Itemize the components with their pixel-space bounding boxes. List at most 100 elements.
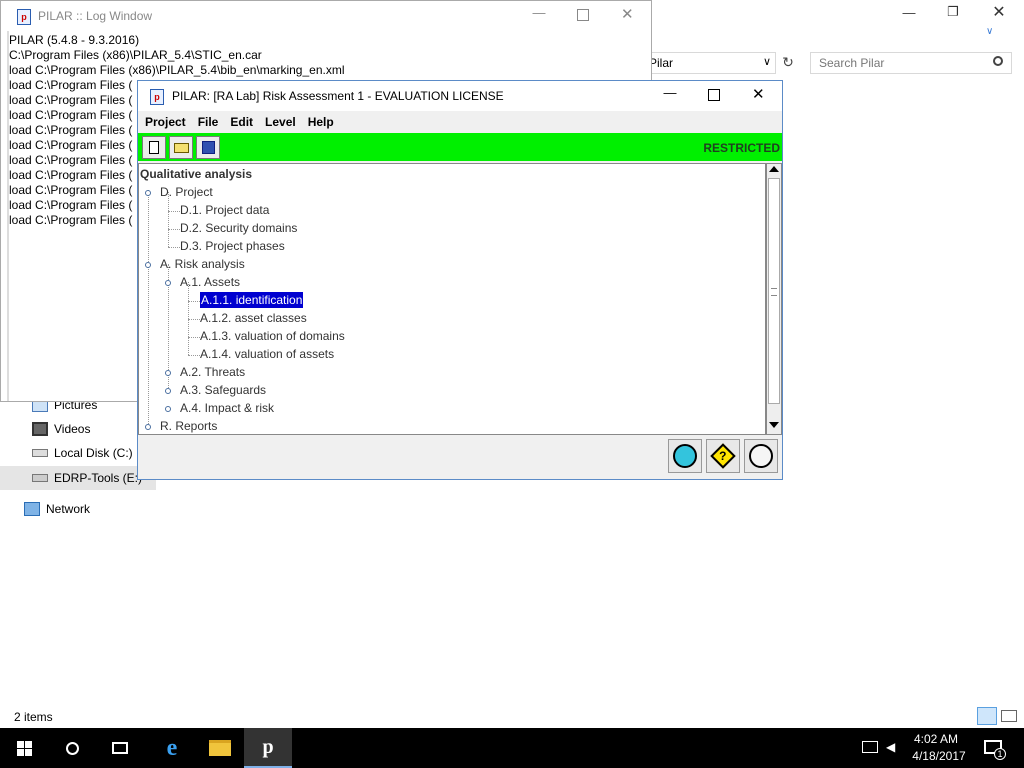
save-button[interactable] — [196, 136, 220, 159]
question-diamond-icon: ? — [710, 443, 736, 469]
nav-item-edrp-tools[interactable]: EDRP-Tools (E:) — [32, 467, 142, 489]
menu-file[interactable]: File — [193, 115, 224, 129]
tree-connector — [148, 190, 149, 428]
usb-drive-icon — [32, 474, 48, 482]
scroll-up-arrow[interactable] — [769, 166, 779, 172]
large-icons-view-icon[interactable] — [1001, 710, 1017, 722]
maximize-button[interactable] — [708, 89, 720, 101]
tree-view[interactable]: Qualitative analysis D. Project D.1. Pro… — [138, 163, 766, 435]
start-button[interactable] — [0, 728, 48, 768]
tree-node-threats[interactable]: A.2. Threats — [180, 363, 245, 381]
menu-edit[interactable]: Edit — [225, 115, 258, 129]
menu-bar: Project File Edit Level Help — [138, 111, 782, 133]
windows-logo-icon — [16, 740, 32, 756]
tree-expand-toggle[interactable] — [145, 262, 151, 268]
tree-node-safeguards[interactable]: A.3. Safeguards — [180, 381, 266, 399]
chevron-down-icon[interactable]: ∨ — [986, 26, 993, 37]
tree-expand-toggle[interactable] — [145, 190, 151, 196]
tree-expand-toggle[interactable] — [145, 424, 151, 430]
volume-muted-icon[interactable]: ◀ — [886, 740, 895, 754]
log-window-titlebar[interactable]: p PILAR :: Log Window — ✕ — [1, 1, 651, 32]
tree-node-reports[interactable]: R. Reports — [160, 417, 217, 434]
drive-icon — [32, 449, 48, 457]
tree-node-asset-classes[interactable]: A.1.2. asset classes — [200, 309, 307, 327]
pilar-app-icon: p — [17, 9, 31, 25]
tree-node-impact-risk[interactable]: A.4. Impact & risk — [180, 399, 274, 417]
open-button[interactable] — [169, 136, 193, 159]
clock-date[interactable]: 4/18/2017 — [906, 749, 972, 763]
tree-node-project-phases[interactable]: D.3. Project phases — [180, 237, 285, 255]
explorer-restore-button[interactable]: ❐ — [930, 0, 976, 24]
minimize-button[interactable]: — — [658, 85, 682, 100]
question-mark-icon: ? — [719, 449, 727, 463]
details-view-icon[interactable] — [977, 707, 997, 725]
minimize-button[interactable]: — — [527, 5, 551, 20]
pilar-titlebar[interactable]: p PILAR: [RA Lab] Risk Assessment 1 - EV… — [138, 81, 782, 111]
tree-connector — [188, 319, 200, 320]
chevron-down-icon[interactable]: ∨ — [763, 55, 771, 68]
clock-time[interactable]: 4:02 AM — [906, 732, 966, 746]
pilar-app-icon: p — [150, 89, 164, 105]
tree-node-project[interactable]: D. Project — [160, 183, 213, 201]
log-window-title: PILAR :: Log Window — [38, 9, 153, 23]
tree-connector — [188, 337, 200, 338]
log-line: load C:\Program Files (x86)\PILAR_5.4\bi… — [9, 63, 345, 77]
new-file-icon — [149, 141, 159, 154]
scroll-grip — [771, 288, 777, 296]
tree-node-valuation-of-assets[interactable]: A.1.4. valuation of assets — [200, 345, 334, 363]
task-view-button[interactable] — [96, 728, 144, 768]
close-button[interactable]: ✕ — [752, 85, 765, 103]
new-button[interactable] — [142, 136, 166, 159]
tree-node-project-data[interactable]: D.1. Project data — [180, 201, 269, 219]
status-bar-item-count: 2 items — [14, 710, 53, 724]
tree-expand-toggle[interactable] — [165, 406, 171, 412]
tree-expand-toggle[interactable] — [165, 280, 171, 286]
explorer-close-button[interactable]: ✕ — [976, 0, 1022, 24]
pilar-taskbar-button[interactable]: p — [244, 728, 292, 768]
menu-help[interactable]: Help — [303, 115, 339, 129]
sad-face-button[interactable] — [744, 439, 778, 473]
tree-node-security-domains[interactable]: D.2. Security domains — [180, 219, 297, 237]
network-tray-icon[interactable] — [862, 741, 878, 753]
tree-expand-toggle[interactable] — [165, 388, 171, 394]
happy-face-button[interactable] — [668, 439, 702, 473]
nav-item-network[interactable]: Network — [24, 498, 90, 520]
menu-level[interactable]: Level — [260, 115, 301, 129]
file-explorer-button[interactable] — [196, 728, 244, 768]
pilar-app-icon: p — [262, 735, 274, 758]
tree-node-assets[interactable]: A.1. Assets — [180, 273, 240, 291]
search-placeholder: Search Pilar — [819, 56, 885, 70]
search-button[interactable] — [48, 728, 96, 768]
tree-node-identification[interactable]: A.1.1. identification — [200, 292, 304, 308]
nav-item-local-disk[interactable]: Local Disk (C:) — [32, 442, 133, 464]
internet-explorer-icon: e — [166, 734, 178, 761]
search-icon — [65, 741, 79, 755]
scroll-down-arrow[interactable] — [769, 422, 779, 428]
floppy-disk-icon — [201, 141, 215, 154]
help-button[interactable]: ? — [706, 439, 740, 473]
menu-project[interactable]: Project — [140, 115, 191, 129]
internet-explorer-button[interactable]: e — [148, 728, 196, 768]
address-value: Pilar — [649, 56, 674, 70]
explorer-minimize-button[interactable]: — — [886, 0, 932, 24]
notification-count-badge: 1 — [994, 748, 1006, 760]
search-input[interactable]: Search Pilar — [810, 52, 1012, 74]
vertical-scrollbar[interactable] — [766, 163, 782, 435]
log-window-border — [7, 31, 9, 401]
tree-node-risk-analysis[interactable]: A. Risk analysis — [160, 255, 245, 273]
network-icon — [24, 502, 40, 516]
nav-item-videos[interactable]: Videos — [32, 418, 90, 440]
address-bar[interactable]: Pilar ∨ — [644, 52, 776, 74]
toolbar: RESTRICTED — [138, 133, 782, 161]
tree-expand-toggle[interactable] — [165, 370, 171, 376]
folder-open-icon — [173, 142, 189, 153]
taskbar: e p ◀ 4:02 AM 4/18/2017 1 — [0, 728, 1024, 768]
close-button[interactable]: ✕ — [621, 5, 634, 23]
tree-root-qualitative-analysis[interactable]: Qualitative analysis — [140, 165, 252, 183]
tree-connector — [188, 355, 200, 356]
refresh-icon[interactable]: ↻ — [779, 54, 797, 72]
search-icon — [993, 56, 1003, 66]
restricted-label: RESTRICTED — [703, 141, 780, 155]
maximize-button[interactable] — [577, 9, 589, 21]
tree-node-valuation-of-domains[interactable]: A.1.3. valuation of domains — [200, 327, 345, 345]
